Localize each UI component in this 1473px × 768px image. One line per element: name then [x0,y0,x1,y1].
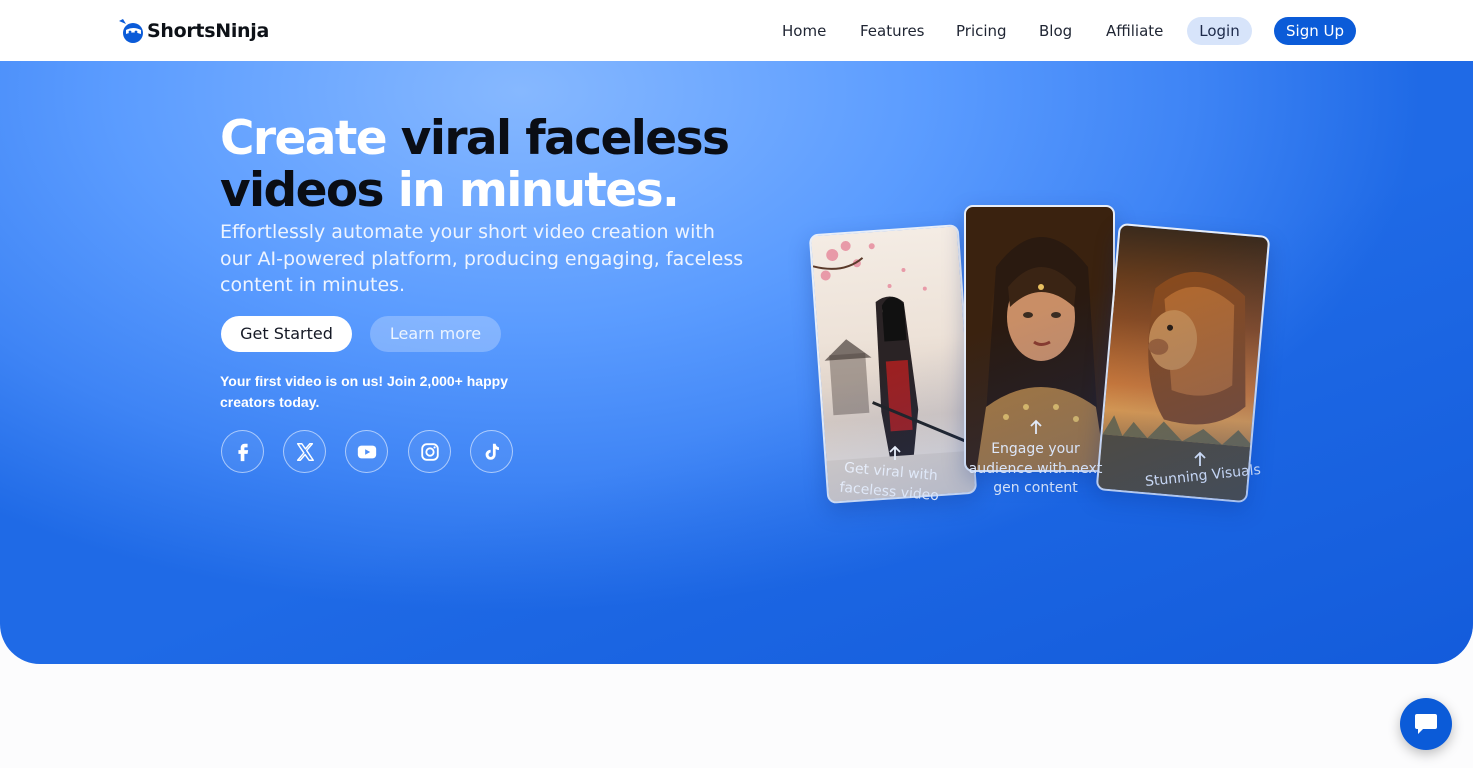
top-navbar: ShortsNinja Home Features Pricing Blog A… [0,0,1473,61]
nav-link-home[interactable]: Home [782,17,826,45]
arrow-up-icon [1030,419,1042,434]
nav-link-blog[interactable]: Blog [1039,17,1072,45]
promo-text: Your first video is on us! Join 2,000+ h… [220,373,508,410]
lion-preview-card [1095,222,1271,504]
signup-button[interactable]: Sign Up [1274,17,1356,45]
headline-part-3: videos [220,163,385,218]
headline-part-2: viral faceless [400,111,730,166]
learn-more-button[interactable]: Learn more [370,316,501,352]
headline-part-4: in minutes. [382,163,680,218]
hero-headline: Create viral faceless videos in minutes. [220,113,780,217]
login-button[interactable]: Login [1187,17,1252,45]
caption-engage: Engage your audience with next gen conte… [968,441,1103,496]
hero-section: Create viral faceless videos in minutes. … [0,61,1473,664]
youtube-icon[interactable] [345,430,388,473]
tiktok-icon[interactable] [470,430,513,473]
nav-link-affiliate[interactable]: Affiliate [1106,17,1163,45]
hero-subtext: Effortlessly automate your short video c… [220,221,744,296]
facebook-icon[interactable] [221,430,264,473]
samurai-preview-card [808,224,978,504]
logo[interactable]: ShortsNinja [117,18,269,44]
chat-widget-button[interactable] [1400,698,1452,750]
logo-text: ShortsNinja [147,20,269,42]
lion-illustration [1097,271,1254,504]
arrow-up-icon [889,445,901,460]
get-started-button[interactable]: Get Started [221,316,352,352]
headline-part-1: Create [220,111,401,166]
nav-link-features[interactable]: Features [860,17,925,45]
instagram-icon[interactable] [408,430,451,473]
arrow-up-icon [1194,451,1206,466]
ninja-logo-icon [117,18,145,44]
chat-icon [1415,714,1437,734]
nav-link-pricing[interactable]: Pricing [956,17,1007,45]
x-icon[interactable] [283,430,326,473]
